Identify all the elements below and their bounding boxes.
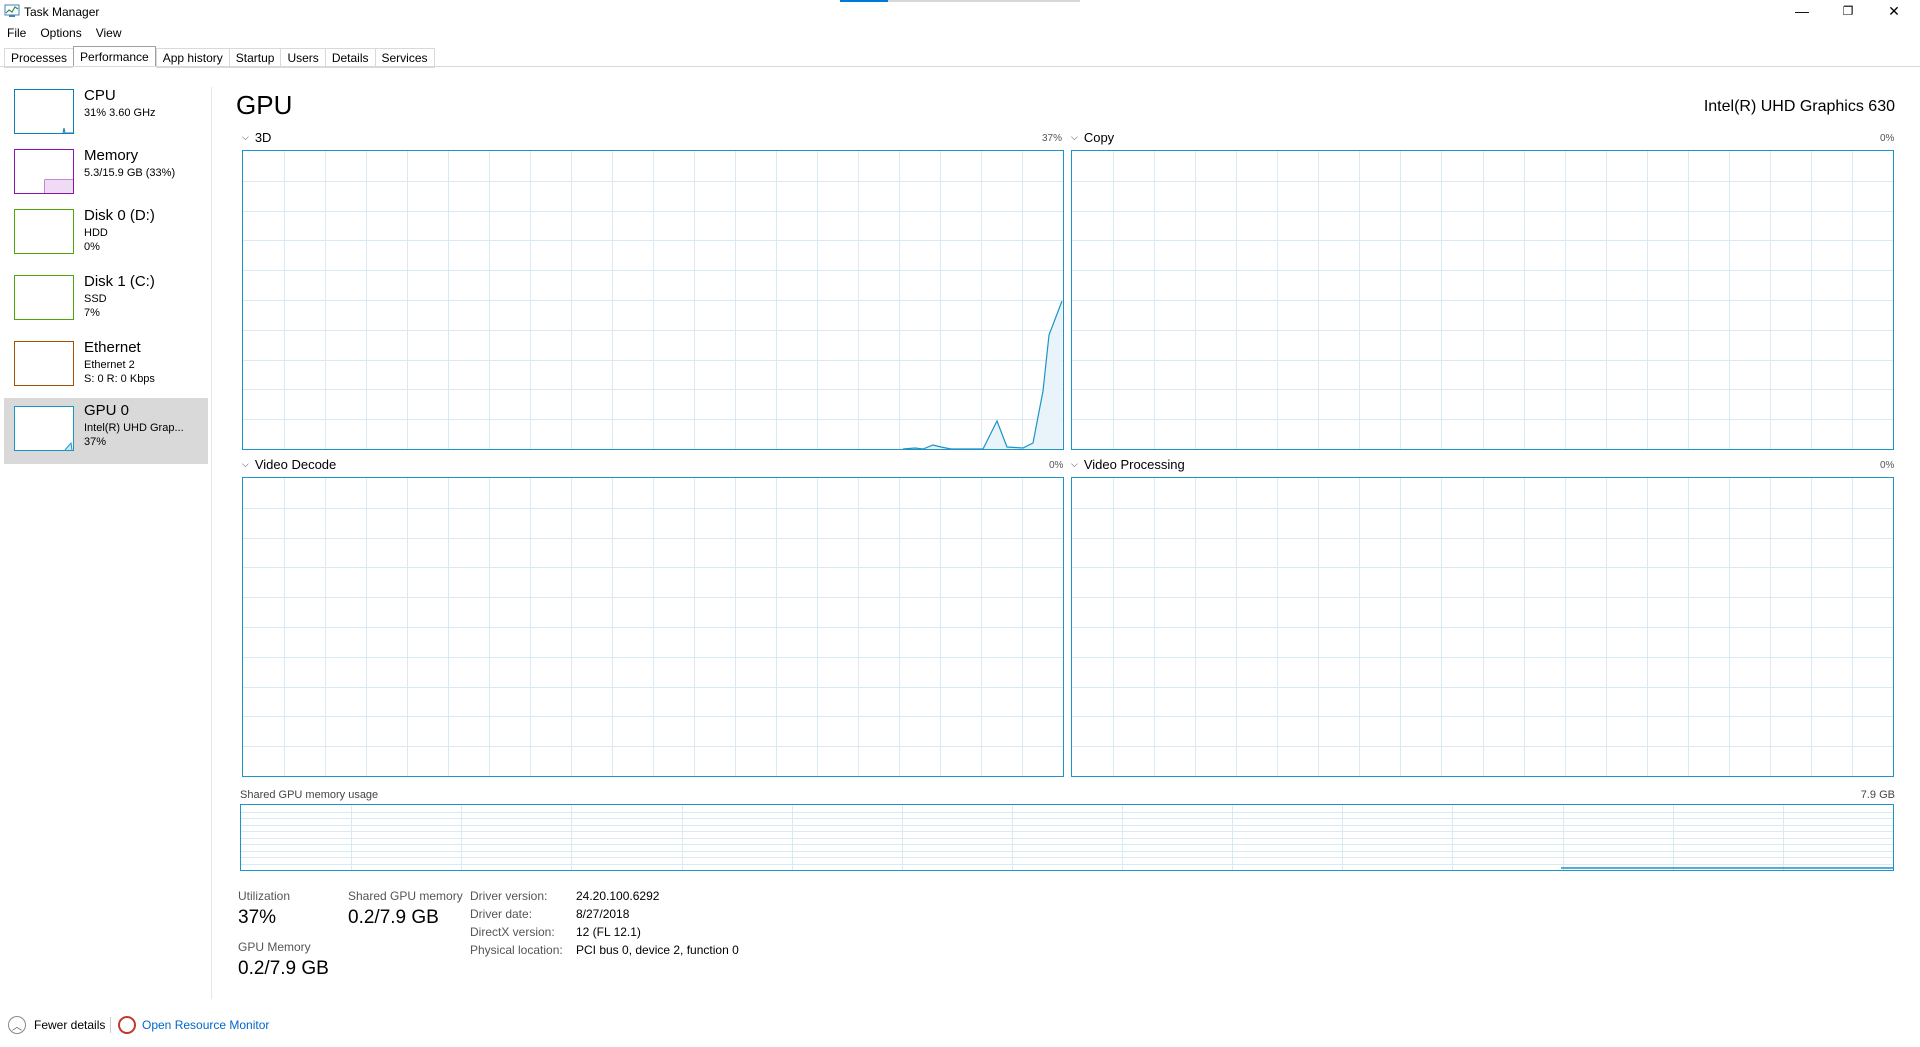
chevron-up-icon: ︿ (8, 1016, 26, 1034)
sidebar-item-name: Ethernet (84, 339, 141, 356)
tab-performance[interactable]: Performance (73, 46, 156, 66)
tab-services[interactable]: Services (374, 48, 435, 68)
sidebar-item-detail: 0% (84, 241, 100, 253)
sidebar-item-detail: S: 0 R: 0 Kbps (84, 373, 155, 385)
graph-3d (242, 150, 1064, 450)
open-resource-monitor-label: Open Resource Monitor (142, 1018, 270, 1032)
graph-3d-title[interactable]: ⌵ 3D (242, 130, 271, 145)
memory-thumbnail (14, 149, 74, 194)
fewer-details-label: Fewer details (34, 1018, 106, 1032)
sidebar-item-type: HDD (84, 227, 108, 239)
gpu-0-thumbnail (14, 406, 74, 451)
physical-location-value: PCI bus 0, device 2, function 0 (576, 943, 739, 957)
driver-version-label: Driver version: (470, 889, 548, 903)
sidebar-item-detail: 31% 3.60 GHz (84, 107, 156, 119)
directx-version-label: DirectX version: (470, 925, 555, 939)
shared-memory-value: 0.2/7.9 GB (348, 907, 439, 928)
maximize-button[interactable]: ❐ (1825, 0, 1871, 22)
menu-bar: File Options View (0, 24, 129, 42)
utilization-value: 37% (238, 907, 277, 928)
chevron-down-icon: ⌵ (242, 132, 249, 142)
page-title: GPU (236, 90, 293, 120)
sidebar-item-name: Disk 1 (C:) (84, 273, 155, 290)
resource-sidebar: CPU 31% 3.60 GHz Memory 5.3/15.9 GB (33%… (0, 87, 210, 999)
sidebar-item-memory[interactable]: Memory 5.3/15.9 GB (33%) (4, 147, 208, 213)
sidebar-item-detail: 7% (84, 307, 100, 319)
sidebar-item-adapter: Ethernet 2 (84, 359, 135, 371)
driver-version-value: 24.20.100.6292 (576, 889, 660, 903)
fewer-details-button[interactable]: ︿ Fewer details (8, 1016, 105, 1034)
title-accent (840, 0, 1080, 2)
resource-monitor-icon (118, 1016, 136, 1034)
gpu-memory-value: 0.2/7.9 GB (238, 958, 329, 979)
physical-location-label: Physical location: (470, 943, 563, 957)
tab-users[interactable]: Users (280, 48, 325, 68)
sidebar-item-name: Memory (84, 147, 139, 164)
window-title: Task Manager (24, 5, 100, 19)
driver-date-value: 8/27/2018 (576, 907, 630, 921)
sidebar-item-name: GPU 0 (84, 402, 130, 419)
tab-startup[interactable]: Startup (228, 48, 281, 68)
graph-3d-percent: 37% (1042, 133, 1063, 144)
graph-video-processing (1071, 477, 1894, 777)
shared-memory-graph-label: Shared GPU memory usage (240, 789, 379, 801)
graph-video-decode-percent: 0% (1049, 460, 1064, 471)
open-resource-monitor-link[interactable]: Open Resource Monitor (118, 1016, 269, 1034)
sidebar-item-cpu[interactable]: CPU 31% 3.60 GHz (4, 87, 208, 153)
footer-bar: ︿ Fewer details Open Resource Monitor (0, 1014, 1920, 1036)
sidebar-item-gpu-0[interactable]: GPU 0 Intel(R) UHD Grap... 37% (4, 398, 208, 464)
chevron-down-icon: ⌵ (1071, 459, 1078, 469)
task-manager-icon (4, 4, 20, 18)
tab-strip: Processes Performance App history Startu… (4, 46, 435, 68)
sidebar-item-detail: 5.3/15.9 GB (33%) (84, 167, 176, 179)
menu-options[interactable]: Options (33, 24, 88, 42)
graph-video-processing-percent: 0% (1880, 460, 1895, 471)
chevron-down-icon: ⌵ (242, 459, 249, 469)
directx-version-value: 12 (FL 12.1) (576, 925, 641, 939)
tab-divider (0, 66, 1920, 67)
driver-date-label: Driver date: (470, 907, 533, 921)
graph-copy-label: Copy (1083, 130, 1115, 145)
graph-copy-percent: 0% (1880, 133, 1895, 144)
sidebar-item-name: Disk 0 (D:) (84, 207, 155, 224)
graph-copy (1071, 150, 1894, 450)
gpu-memory-label: GPU Memory (238, 940, 311, 954)
sidebar-divider (211, 87, 212, 999)
graph-copy-title[interactable]: ⌵ Copy (1071, 130, 1114, 145)
menu-file[interactable]: File (0, 24, 33, 42)
sidebar-item-type: SSD (84, 293, 107, 305)
ethernet-thumbnail (14, 341, 74, 386)
sidebar-item-detail: 37% (84, 436, 107, 448)
graph-3d-label: 3D (254, 130, 272, 145)
gpu-3d-usage-area (903, 301, 1062, 449)
close-button[interactable]: ✕ (1871, 0, 1917, 22)
graph-video-processing-label: Video Processing (1083, 457, 1185, 472)
minimize-button[interactable]: — (1779, 0, 1825, 22)
sidebar-item-model: Intel(R) UHD Grap... (84, 422, 184, 434)
gpu-model-name: Intel(R) UHD Graphics 630 (1703, 98, 1895, 115)
graph-video-decode-title[interactable]: ⌵ Video Decode (242, 457, 336, 472)
cpu-thumbnail (14, 89, 74, 134)
disk-1-thumbnail (14, 275, 74, 320)
disk-0-thumbnail (14, 209, 74, 254)
tab-details[interactable]: Details (324, 48, 375, 68)
shared-memory-graph-max: 7.9 GB (1860, 789, 1895, 801)
utilization-label: Utilization (238, 889, 291, 903)
chevron-down-icon: ⌵ (1071, 132, 1078, 142)
sidebar-item-ethernet[interactable]: Ethernet Ethernet 2 S: 0 R: 0 Kbps (4, 339, 208, 405)
graph-shared-memory (240, 804, 1894, 871)
tab-app-history[interactable]: App history (155, 48, 229, 68)
title-bar: Task Manager — ❐ ✕ (0, 0, 1920, 22)
menu-view[interactable]: View (89, 24, 129, 42)
graph-video-decode-label: Video Decode (254, 457, 337, 472)
shared-memory-label: Shared GPU memory (348, 889, 463, 903)
sidebar-item-name: CPU (84, 87, 116, 104)
graph-video-processing-title[interactable]: ⌵ Video Processing (1071, 457, 1185, 472)
graph-video-decode (242, 477, 1064, 777)
sidebar-item-disk-1[interactable]: Disk 1 (C:) SSD 7% (4, 273, 208, 339)
sidebar-item-disk-0[interactable]: Disk 0 (D:) HDD 0% (4, 207, 208, 273)
footer-separator (110, 1017, 111, 1033)
tab-processes[interactable]: Processes (4, 48, 74, 68)
